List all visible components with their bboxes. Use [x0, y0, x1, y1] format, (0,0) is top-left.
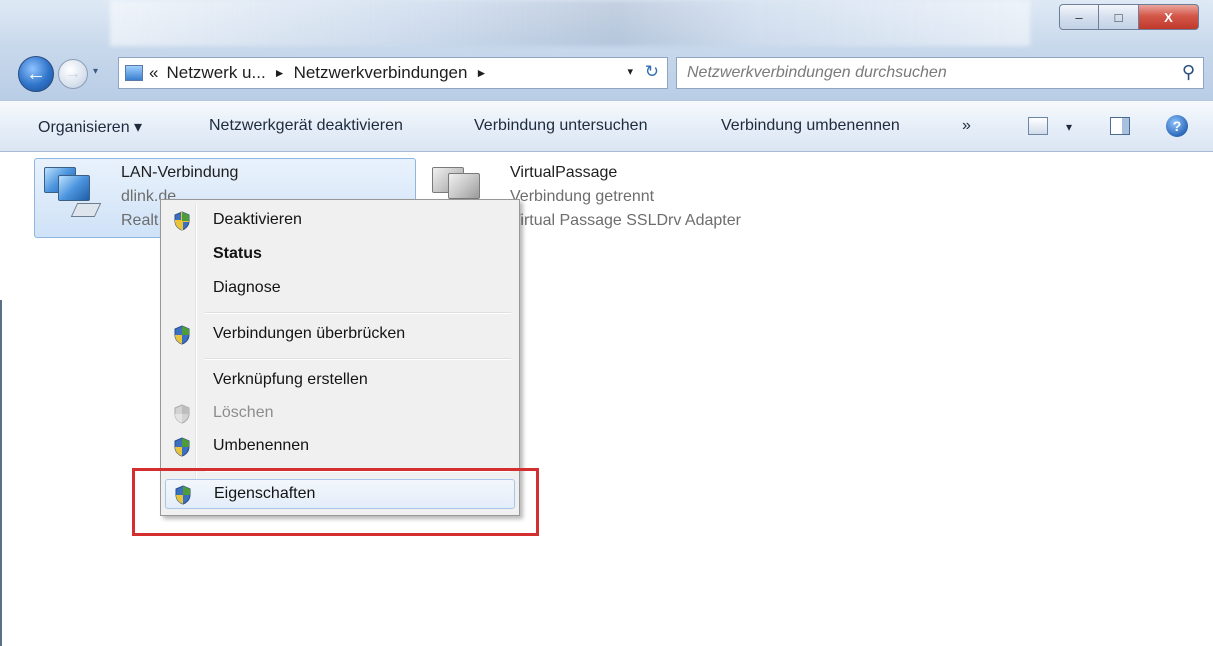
help-icon[interactable]: ?: [1166, 115, 1188, 137]
uac-shield-icon: [174, 437, 190, 457]
close-button[interactable]: X: [1139, 4, 1199, 30]
menu-item-label: Löschen: [213, 404, 274, 421]
blurred-taskbar-area: [110, 0, 1030, 46]
preview-pane-icon[interactable]: [1110, 117, 1130, 135]
minimize-button[interactable]: –: [1059, 4, 1099, 30]
rename-connection-button[interactable]: Verbindung umbenennen: [721, 117, 900, 135]
forward-button[interactable]: →: [58, 59, 88, 89]
menu-item-loeschen: Löschen: [165, 399, 515, 429]
connection-adapter: Realt: [121, 212, 159, 229]
connection-status: Verbindung getrennt: [510, 188, 655, 205]
connection-name[interactable]: VirtualPassage: [510, 164, 617, 182]
back-button[interactable]: ←: [18, 56, 54, 92]
address-overflow[interactable]: «: [149, 63, 158, 83]
uac-shield-icon: [174, 211, 190, 231]
menu-item-label: Umbenennen: [213, 437, 310, 454]
address-bar[interactable]: « Netzwerk u... ► Netzwerkverbindungen ►…: [118, 57, 668, 89]
arrow-left-icon: ←: [26, 62, 46, 85]
refresh-icon[interactable]: ↻: [645, 62, 659, 82]
menu-item-label: Diagnose: [213, 279, 281, 296]
network-adapter-icon: [40, 163, 102, 219]
connection-adapter: Virtual Passage SSLDrv Adapter: [510, 212, 741, 229]
menu-item-deaktivieren[interactable]: Deaktivieren: [165, 206, 515, 236]
breadcrumb-netzwerkverbindungen[interactable]: Netzwerkverbindungen: [294, 63, 468, 83]
breadcrumb-netzwerk[interactable]: Netzwerk u...: [166, 63, 265, 83]
window-controls: – □ X: [1059, 4, 1199, 32]
menu-separator: [205, 358, 511, 360]
diagnose-connection-button[interactable]: Verbindung untersuchen: [474, 117, 647, 135]
menu-item-status[interactable]: Status: [165, 240, 515, 270]
highlight-annotation: [132, 468, 539, 536]
title-bar: – □ X ← → ▾ « Netzwerk u... ► Netzwerkve…: [0, 0, 1213, 100]
menu-item-diagnose[interactable]: Diagnose: [165, 274, 515, 304]
recent-pages-dropdown[interactable]: ▾: [93, 66, 98, 77]
views-dropdown-icon[interactable]: ▾: [1066, 120, 1072, 134]
search-input[interactable]: Netzwerkverbindungen durchsuchen: [687, 64, 947, 82]
menu-item-verknuepfung-erstellen[interactable]: Verknüpfung erstellen: [165, 366, 515, 396]
menu-item-verbindungen-ueberbruecken[interactable]: Verbindungen überbrücken: [165, 320, 515, 350]
menu-item-umbenennen[interactable]: Umbenennen: [165, 432, 515, 462]
menu-item-label: Deaktivieren: [213, 211, 302, 228]
connection-name: LAN-Verbindung: [121, 164, 239, 181]
address-dropdown-icon[interactable]: ▾: [627, 65, 633, 78]
change-view-icon[interactable]: [1028, 117, 1048, 135]
uac-shield-disabled-icon: [174, 404, 190, 424]
control-panel-icon: [125, 65, 143, 81]
uac-shield-icon: [174, 325, 190, 345]
window-border: [0, 300, 2, 646]
menu-item-label: Verknüpfung erstellen: [213, 371, 368, 388]
menu-item-label: Verbindungen überbrücken: [213, 325, 406, 342]
command-bar: Organisieren ▾ Netzwerkgerät deaktiviere…: [0, 100, 1213, 152]
breadcrumb-separator-icon[interactable]: ►: [274, 66, 286, 80]
arrow-right-icon: →: [65, 65, 81, 82]
search-icon[interactable]: ⚲: [1182, 62, 1195, 83]
more-commands-button[interactable]: »: [962, 117, 971, 135]
breadcrumb-separator-icon[interactable]: ►: [475, 66, 487, 80]
maximize-button[interactable]: □: [1099, 4, 1139, 30]
menu-separator: [205, 312, 511, 314]
search-box[interactable]: Netzwerkverbindungen durchsuchen ⚲: [676, 57, 1204, 89]
disable-device-button[interactable]: Netzwerkgerät deaktivieren: [209, 117, 403, 135]
menu-item-label: Status: [213, 245, 262, 262]
organize-button[interactable]: Organisieren ▾: [38, 117, 142, 137]
